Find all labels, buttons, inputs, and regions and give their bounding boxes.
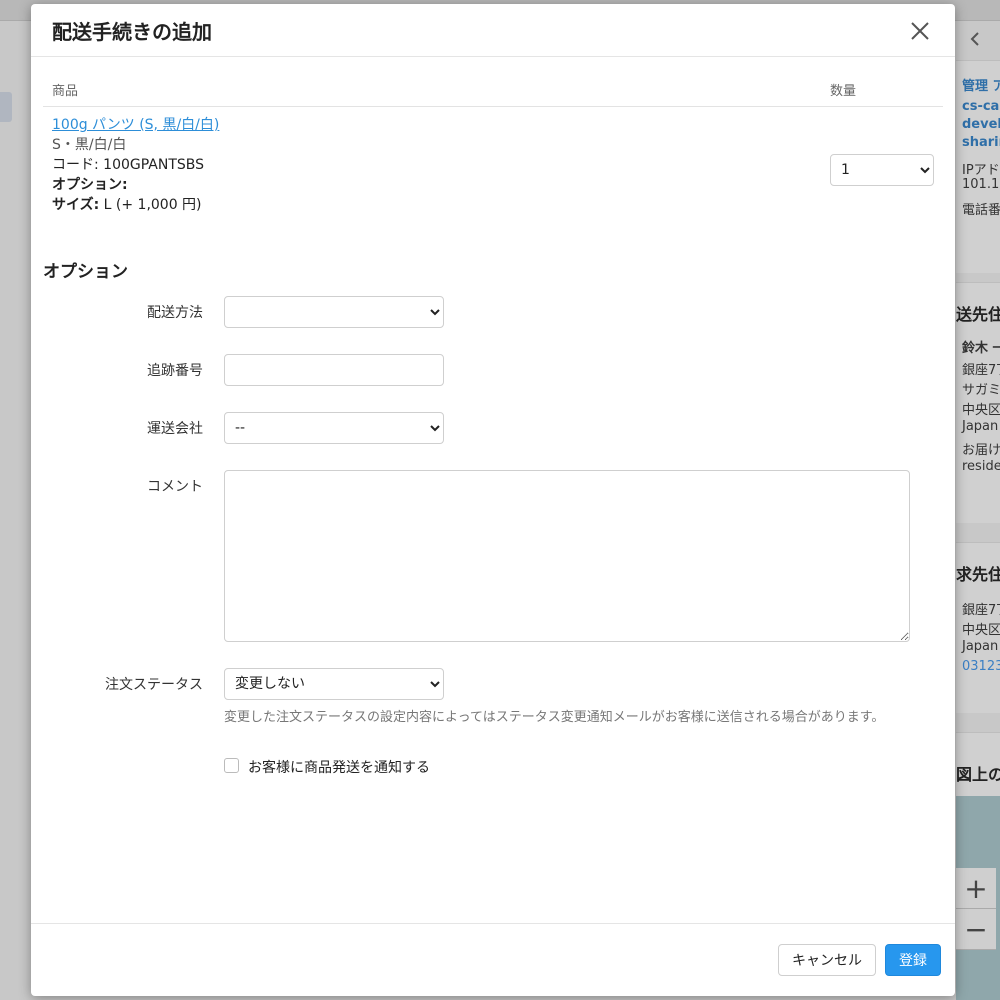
product-name[interactable]: 100g パンツ (S, 黒/白/白) xyxy=(52,117,219,133)
background-heading: 図上の xyxy=(956,765,1000,784)
footer-divider xyxy=(31,923,955,924)
dialog-header: 配送手続きの追加 xyxy=(31,4,955,57)
product-variant: S・黒/白/白 xyxy=(52,137,127,153)
tracking-number-label: 追跡番号 xyxy=(147,363,203,379)
background-text: sharin xyxy=(962,135,1000,150)
background-text: IPアド xyxy=(962,163,1000,178)
comment-textarea[interactable] xyxy=(224,470,910,642)
chevron-left-icon xyxy=(970,32,979,46)
column-header-quantity: 数量 xyxy=(830,84,857,99)
background-map: + − xyxy=(956,796,1000,1000)
carrier-label: 運送会社 xyxy=(147,421,203,437)
order-status-label: 注文ステータス xyxy=(105,677,203,693)
background-text: cs-car xyxy=(962,99,1000,114)
close-icon[interactable] xyxy=(907,18,933,44)
order-status-help-text: 変更した注文ステータスの設定内容によってはステータス変更通知メールがお客様に送信… xyxy=(224,710,885,725)
shipping-method-select[interactable] xyxy=(224,296,444,328)
background-text: reside xyxy=(962,459,1000,474)
notify-customer-label[interactable]: お客様に商品発送を通知する xyxy=(248,757,430,777)
background-right-sidebar: 管理 ア cs-car develo sharin IPアド 101.11 電話… xyxy=(956,20,1000,1000)
product-size: サイズ: L (+ 1,000 円) xyxy=(52,195,202,215)
zoom-out-button: − xyxy=(956,909,996,950)
background-billing-panel: 求先住 銀座7丁 中央区 Japan 03123 xyxy=(956,542,1000,713)
shipping-method-label: 配送方法 xyxy=(147,305,203,321)
background-text: 銀座7丁 xyxy=(962,363,1000,378)
background-text: Japan xyxy=(962,419,999,434)
options-section-title: オプション xyxy=(43,262,128,282)
background-text: Japan xyxy=(962,639,999,654)
product-size-value: L (+ 1,000 円) xyxy=(99,197,202,213)
background-text: サガミ xyxy=(962,383,1000,398)
background-customer-panel: 管理 ア cs-car develo sharin IPアド 101.11 電話… xyxy=(956,60,1000,273)
product-size-label: サイズ: xyxy=(52,197,100,213)
add-shipment-dialog: 配送手続きの追加 商品 数量 100g パンツ (S, 黒/白/白) S・黒/白… xyxy=(31,4,955,996)
dialog-title: 配送手続きの追加 xyxy=(52,20,212,44)
carrier-select[interactable]: -- xyxy=(224,412,444,444)
background-text: 鈴木 一 xyxy=(962,341,1000,356)
background-heading: 送先住 xyxy=(956,305,1000,324)
product-name-link[interactable]: 100g パンツ (S, 黒/白/白) xyxy=(52,115,219,135)
background-text: 03123 xyxy=(962,659,1000,674)
background-shipping-panel: 送先住 鈴木 一 銀座7丁 サガミ 中央区 Japan お届け reside xyxy=(956,282,1000,523)
quantity-select[interactable]: 1 xyxy=(830,154,934,186)
background-text: 中央区 xyxy=(962,403,1000,418)
comment-label: コメント xyxy=(147,479,203,495)
background-text: 電話番 xyxy=(962,203,1000,218)
order-status-select[interactable]: 変更しない xyxy=(224,668,444,700)
background-text: 管理 ア xyxy=(962,79,1000,94)
background-text: お届け xyxy=(962,443,1000,458)
tracking-number-input[interactable] xyxy=(224,354,444,386)
column-header-product: 商品 xyxy=(52,84,79,99)
background-text: develo xyxy=(962,117,1000,132)
table-divider xyxy=(43,106,943,107)
background-map-panel: 図上の xyxy=(956,732,1000,803)
background-text: 銀座7丁 xyxy=(962,603,1000,618)
submit-button[interactable]: 登録 xyxy=(885,944,941,976)
notify-customer-checkbox[interactable] xyxy=(224,758,239,773)
cancel-button[interactable]: キャンセル xyxy=(778,944,876,976)
background-nav-marker xyxy=(0,92,12,122)
product-code: コード: 100GPANTSBS xyxy=(52,157,205,173)
product-options-label: オプション: xyxy=(52,177,128,193)
zoom-in-button: + xyxy=(956,868,996,909)
background-text: 中央区 xyxy=(962,623,1000,638)
background-heading: 求先住 xyxy=(956,565,1000,584)
background-text: 101.11 xyxy=(962,177,1000,192)
